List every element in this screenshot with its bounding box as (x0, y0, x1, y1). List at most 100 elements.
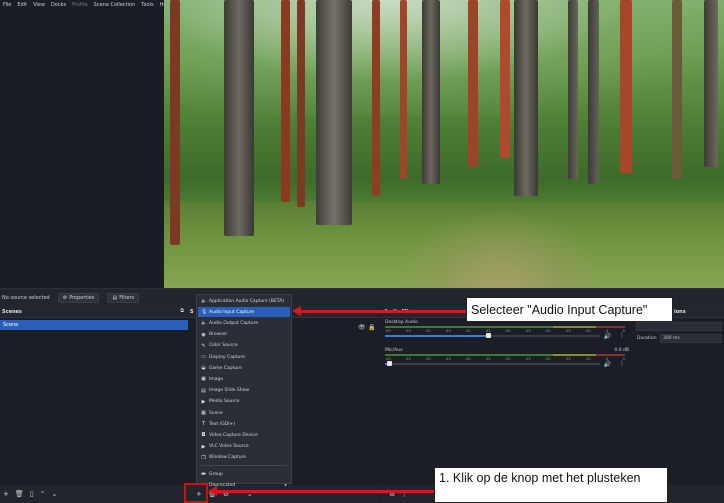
tree-trunk (468, 0, 478, 168)
menu-item-audio-input-capture[interactable]: 🎙 Audio Input Capture (198, 307, 290, 318)
volume-knob[interactable] (486, 333, 492, 338)
meter-tick-label: -15 (564, 329, 571, 333)
speaker-icon[interactable]: 🔊 (604, 333, 611, 340)
menu-item-group[interactable]: ▬ Group (198, 469, 290, 479)
menu-item-label: Application Audio Capture (BETA) (209, 298, 285, 304)
lock-icon[interactable]: 🔒 (368, 324, 375, 331)
menu-item-vlc-video-source[interactable]: ▶ VLC Video Source (198, 442, 290, 452)
preview-path (399, 213, 601, 288)
menu-item-browser[interactable]: ◉ Browser (198, 330, 290, 340)
annotation-arrow-head (292, 306, 301, 316)
play-icon: ▶ (201, 398, 206, 405)
tree-trunk (568, 0, 578, 179)
transition-select[interactable] (636, 322, 722, 331)
mixer-channel: Mic/Aux 0.0 dB -60 -55 -50 -45 -40 -35 -30 -25-… (385, 348, 631, 374)
meter-tick-label: -30 (504, 357, 511, 361)
menu-item-label: Media Source (209, 399, 240, 405)
brush-icon: ✎ (201, 342, 206, 349)
dock-float-icon[interactable]: ⧉ (180, 308, 184, 314)
arrow-down-icon[interactable]: ⌄ (52, 490, 58, 498)
menu-scene-collection[interactable]: Scene Collection (94, 2, 136, 8)
add-source-menu: 🔈 Application Audio Capture (BETA) 🎙 Audio … (196, 294, 292, 488)
meter-ticks: -60 -55 -50 -45 -40 -35 -30 -25 -20 -15 -10 -5 0 (385, 329, 625, 333)
meter-tick-label: -25 (524, 329, 531, 333)
meter-tick-label: -60 (385, 329, 391, 333)
arrow-up-icon[interactable]: ⌃ (40, 490, 46, 498)
speaker-icon[interactable]: 🔊 (604, 361, 611, 368)
globe-icon: ◉ (201, 331, 206, 338)
menu-profile[interactable]: Profile (72, 2, 88, 8)
menu-item-image[interactable]: ▣ Image (198, 374, 290, 384)
menu-item-application-audio-capture-beta[interactable]: 🔈 Application Audio Capture (BETA) (198, 296, 290, 306)
speaker-icon: 🔈 (201, 298, 208, 304)
text-icon: T (201, 421, 206, 428)
menu-item-text-gdi[interactable]: T Text (GDI+) (198, 419, 290, 429)
menu-item-label: Image (209, 376, 224, 382)
eye-icon[interactable]: 👁 (358, 324, 366, 331)
tree-trunk (316, 0, 352, 225)
tree-trunk (170, 0, 180, 245)
instruction-click-plus-callout: 1. Klik op de knop met het plusteken (434, 467, 668, 503)
menu-item-game-capture[interactable]: ◒ Game Capture (198, 363, 290, 373)
menu-item-audio-output-capture[interactable]: 🔈 Audio Output Capture (198, 318, 290, 328)
filter-icon: ▤ (112, 294, 118, 301)
camera-icon: ◘ (201, 432, 206, 439)
menu-item-media-source[interactable]: ▶ Media Source (198, 397, 290, 407)
menu-item-label: Text (GDI+) (209, 421, 236, 427)
volume-slider[interactable] (385, 333, 600, 338)
scenes-list: Scene (0, 318, 188, 485)
annotation-arrow (300, 310, 466, 313)
meter-tick-label: -35 (484, 357, 491, 361)
tree-trunk (704, 0, 718, 168)
tree-trunk (588, 0, 599, 185)
menu-view[interactable]: View (33, 2, 45, 8)
menu-tools[interactable]: Tools (141, 2, 153, 8)
image-icon: ▣ (201, 376, 206, 383)
meter-tick-label: -10 (584, 357, 591, 361)
menu-item-color-source[interactable]: ✎ Color Source (198, 341, 290, 351)
menu-separator (201, 465, 287, 466)
audio-mixer: Desktop Audio -60 -55 -50 -45 -40 -35 -30 -25 -2… (382, 318, 634, 485)
meter-tick-label: -10 (584, 329, 591, 333)
meter-tick-label: -50 (424, 329, 431, 333)
filter-icon[interactable]: ▯ (30, 490, 34, 498)
menu-file[interactable]: File (3, 2, 11, 8)
volume-meter (385, 326, 625, 328)
speaker-icon: 🔈 (201, 320, 208, 327)
no-source-label: No source selected (2, 294, 50, 301)
tree-trunk (400, 0, 407, 179)
properties-label: Properties (69, 294, 95, 301)
menu-item-display-capture[interactable]: ▭ Display Capture (198, 352, 290, 362)
properties-button[interactable]: ⚙ Properties (57, 292, 100, 303)
menu-item-scene[interactable]: ▦ Scene (198, 408, 290, 418)
instruction-select-callout: Selecteer "Audio Input Capture" (466, 297, 673, 322)
preview-canvas[interactable] (164, 0, 724, 288)
menu-item-window-capture[interactable]: ❐ Window Capture (198, 453, 290, 463)
filters-button[interactable]: ▤ Filters (107, 292, 140, 303)
filters-label: Filters (119, 294, 135, 301)
scene-item[interactable]: Scene (0, 320, 188, 330)
menu-item-label: Color Source (209, 343, 238, 349)
duration-field[interactable]: 300 ms (660, 334, 722, 343)
menu-docks[interactable]: Docks (51, 2, 66, 8)
duration-label: Duration (637, 336, 657, 341)
volume-knob[interactable] (387, 361, 393, 366)
trash-icon[interactable]: 🗑 (15, 490, 24, 498)
menu-item-image-slide-show[interactable]: ▤ Image Slide Show (198, 386, 290, 396)
volume-slider[interactable] (385, 361, 600, 366)
menu-item-label: Window Capture (209, 455, 247, 461)
scenes-toolbar: + 🗑 ▯ ⌃ ⌄ (0, 485, 188, 503)
more-options-icon[interactable]: ⋮ (619, 332, 625, 339)
more-options-icon[interactable]: ⋮ (619, 360, 625, 367)
meter-tick-label: -20 (544, 329, 551, 333)
menu-edit[interactable]: Edit (17, 2, 27, 8)
add-scene-icon[interactable]: + (3, 490, 9, 498)
sources-title: S (190, 309, 194, 315)
menu-item-label: Game Capture (209, 365, 242, 371)
menu-item-video-capture-device[interactable]: ◘ Video Capture Device (198, 430, 290, 440)
scene-icon: ▦ (201, 410, 206, 416)
gear-icon: ⚙ (62, 294, 68, 301)
channel-db: 0.0 dB (614, 348, 629, 353)
menu-item-label: Audio Input Capture (209, 309, 255, 315)
meter-tick-label: -45 (444, 357, 451, 361)
